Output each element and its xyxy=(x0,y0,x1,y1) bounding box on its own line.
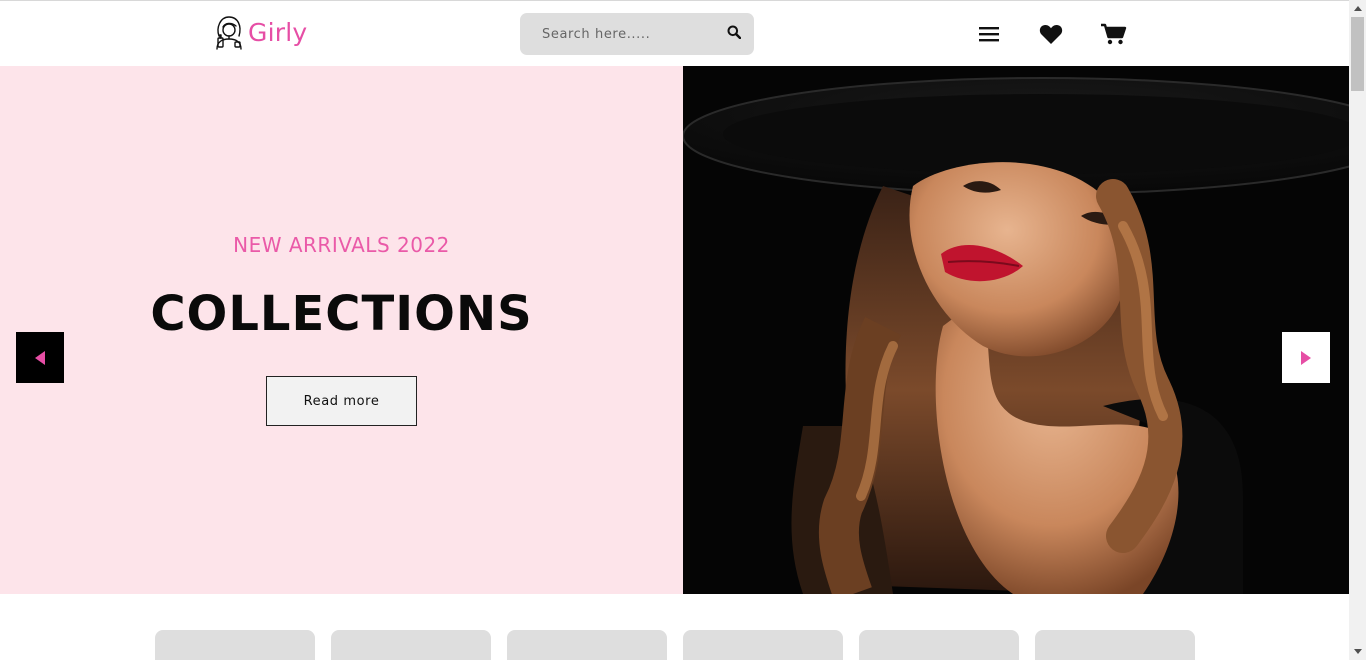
category-tile[interactable] xyxy=(859,630,1019,660)
caret-left-icon xyxy=(35,350,45,365)
scroll-thumb[interactable] xyxy=(1351,17,1364,91)
category-tile[interactable] xyxy=(1035,630,1195,660)
user-girl-logo-icon xyxy=(216,16,242,50)
caret-right-icon xyxy=(1301,350,1311,365)
search-icon xyxy=(727,25,742,39)
search-input[interactable] xyxy=(530,19,734,49)
heart-icon xyxy=(1039,24,1063,44)
hero-text-panel: NEW ARRIVALS 2022 COLLECTIONS Read more xyxy=(0,66,683,594)
brand-name: Girly xyxy=(248,17,308,47)
scroll-up-arrow-icon xyxy=(1353,6,1362,11)
hero-title: COLLECTIONS xyxy=(150,286,533,342)
cart-icon xyxy=(1101,23,1127,45)
wishlist-button[interactable] xyxy=(1037,20,1065,48)
slider-next-button[interactable] xyxy=(1282,332,1330,383)
page-scrollbar[interactable] xyxy=(1349,0,1366,660)
scroll-down-arrow-icon xyxy=(1353,649,1362,654)
brand-logo[interactable]: Girly xyxy=(212,14,307,50)
search-bar xyxy=(520,13,754,55)
hero-image xyxy=(683,66,1349,594)
scroll-up-button[interactable] xyxy=(1349,0,1366,17)
model-photo xyxy=(683,66,1349,594)
menu-icon xyxy=(979,27,999,42)
hero-slider: NEW ARRIVALS 2022 COLLECTIONS Read more xyxy=(0,66,1349,594)
category-tile[interactable] xyxy=(155,630,315,660)
site-header: Girly xyxy=(0,1,1349,66)
hero-subtitle: NEW ARRIVALS 2022 xyxy=(233,233,450,257)
category-tile[interactable] xyxy=(683,630,843,660)
scroll-down-button[interactable] xyxy=(1349,643,1366,660)
category-tile[interactable] xyxy=(507,630,667,660)
menu-button[interactable] xyxy=(975,20,1003,48)
category-tile[interactable] xyxy=(331,630,491,660)
cart-button[interactable] xyxy=(1100,20,1128,48)
page: Girly Search here..... NEW ARRIVALS 2022… xyxy=(0,0,1349,660)
category-tiles xyxy=(0,630,1349,660)
read-more-button[interactable]: Read more xyxy=(266,376,417,426)
slider-prev-button[interactable] xyxy=(16,332,64,383)
search-button[interactable] xyxy=(724,23,744,43)
